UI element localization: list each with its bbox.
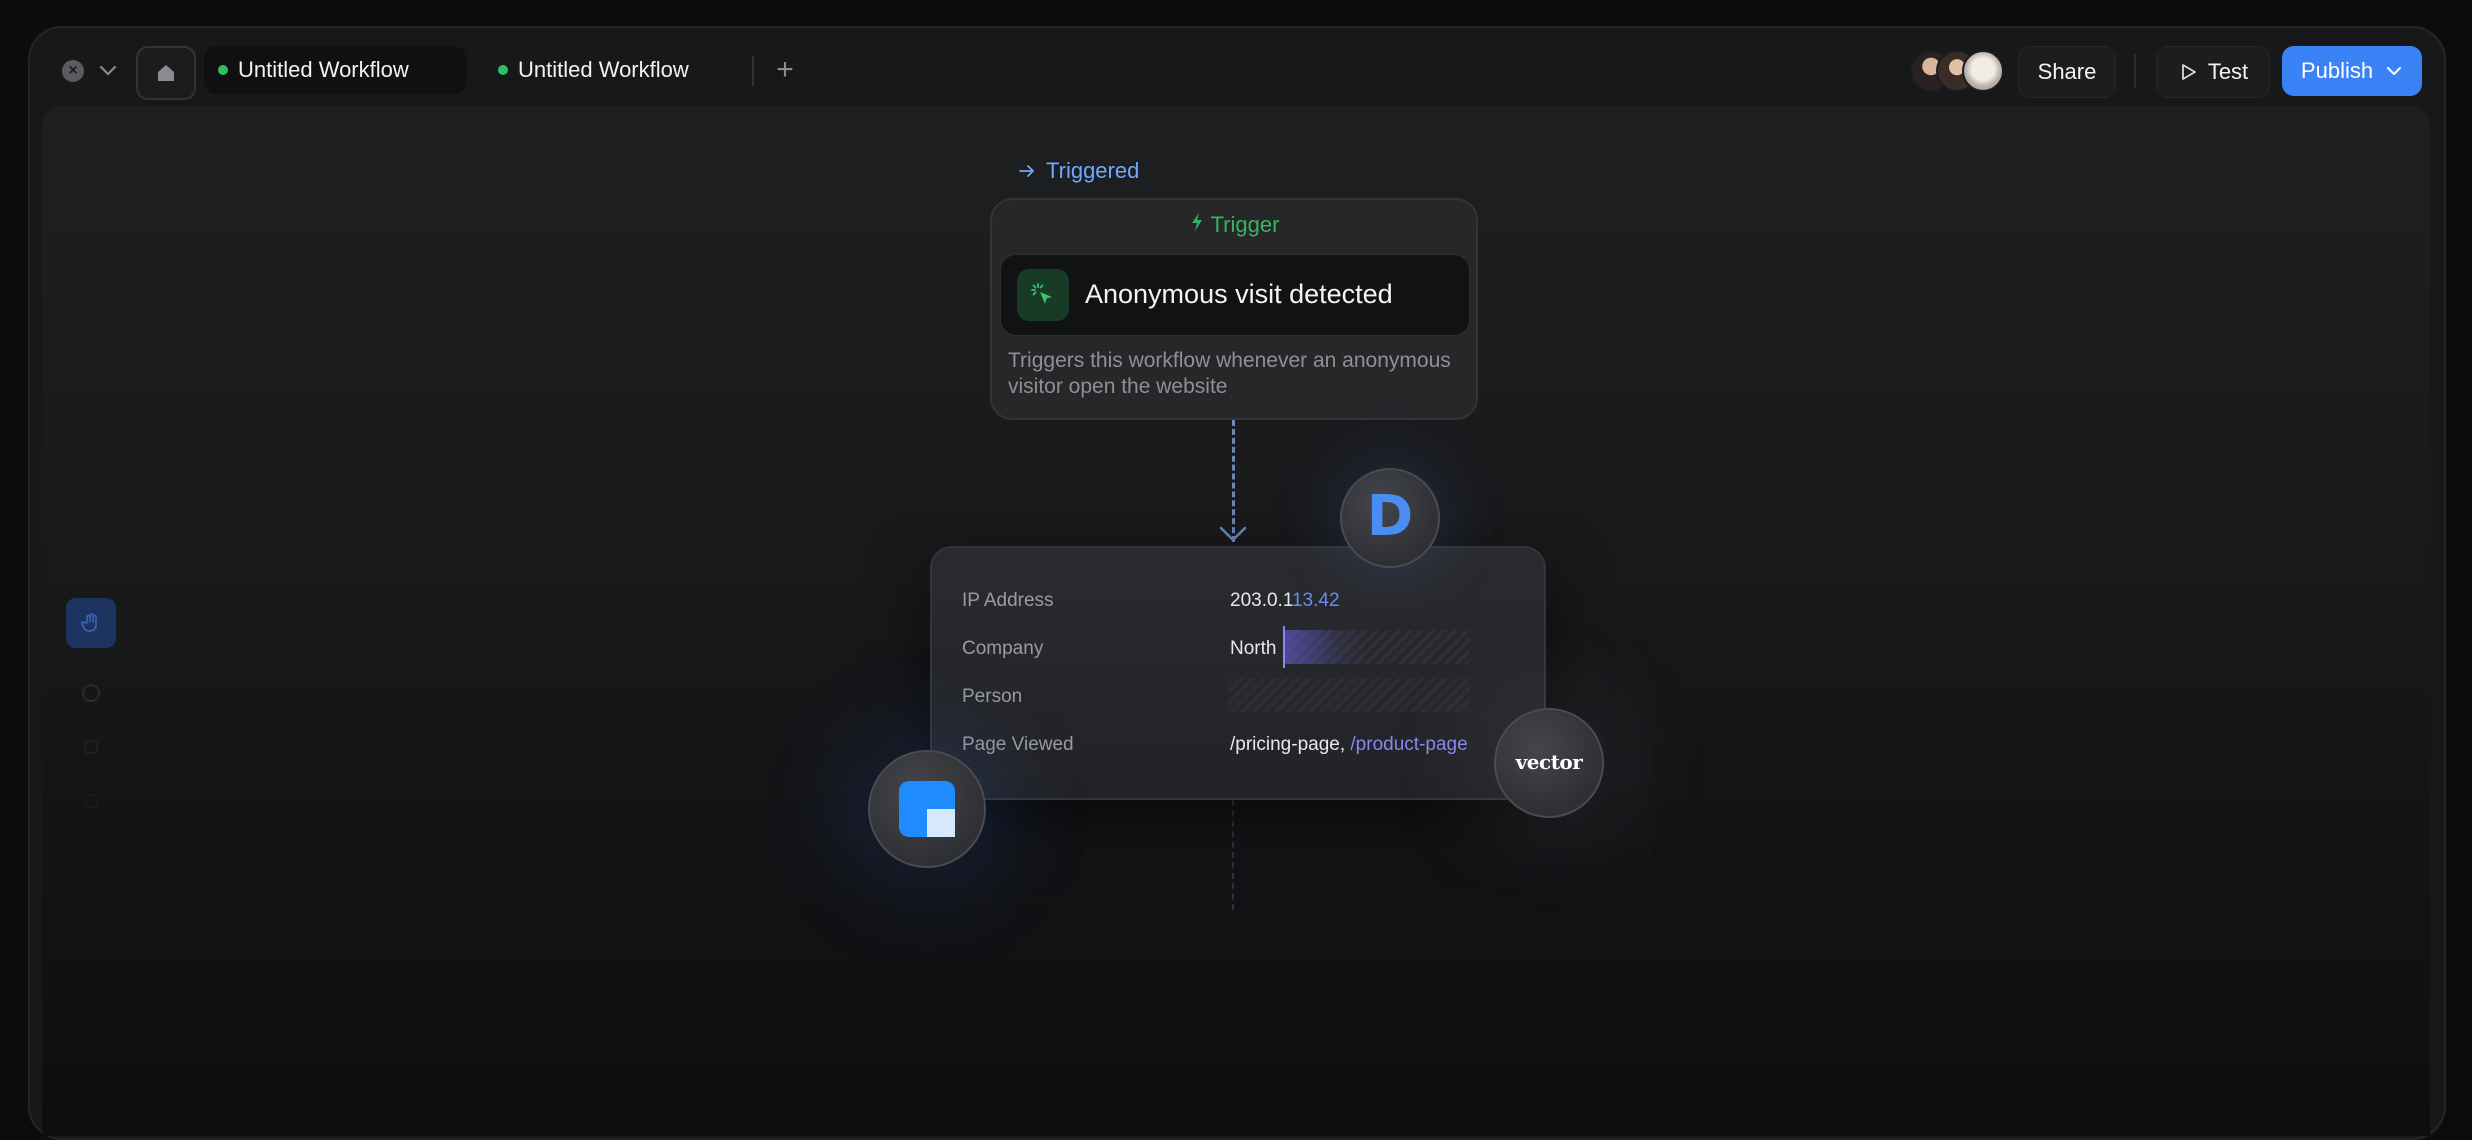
home-button[interactable] bbox=[136, 46, 196, 100]
cursor-click-icon bbox=[1017, 269, 1069, 321]
home-icon bbox=[158, 65, 174, 81]
triggered-label: Triggered bbox=[1018, 156, 1139, 186]
field-label: Person bbox=[962, 686, 1023, 707]
integration-vector-logo[interactable]: vector bbox=[1494, 708, 1604, 818]
avatar[interactable] bbox=[1962, 50, 2004, 92]
loading-placeholder bbox=[1228, 678, 1470, 712]
visitor-data-card[interactable]: IP Address 203.0.113.42 Company North Pe… bbox=[930, 546, 1546, 800]
tab-workflow-1[interactable]: Untitled Workflow bbox=[204, 46, 466, 94]
app-logo-icon bbox=[899, 781, 955, 837]
divider bbox=[752, 56, 754, 86]
publish-label: Publish bbox=[2300, 58, 2374, 83]
top-bar: × Untitled Workflow Untitled Workflow + … bbox=[0, 0, 2472, 110]
d-logo-glyph: D bbox=[1366, 484, 1414, 549]
triggered-text: Triggered bbox=[1046, 158, 1140, 183]
tool-button[interactable] bbox=[66, 722, 116, 772]
test-label: Test bbox=[2207, 59, 2249, 84]
test-button[interactable]: Test bbox=[2156, 46, 2270, 98]
hand-icon bbox=[81, 613, 97, 632]
trigger-header-label: Trigger bbox=[1210, 212, 1280, 237]
status-dot bbox=[218, 65, 228, 75]
trigger-node[interactable]: Trigger Anonymous visit detected Trigger… bbox=[990, 198, 1478, 420]
loading-placeholder bbox=[1284, 630, 1470, 664]
share-button[interactable]: Share bbox=[2018, 46, 2116, 98]
chevron-down-icon bbox=[2387, 67, 2402, 75]
field-label: IP Address bbox=[962, 590, 1054, 611]
status-dot bbox=[498, 65, 508, 75]
collaborator-avatars[interactable] bbox=[1910, 50, 2004, 92]
publish-button[interactable]: Publish bbox=[2282, 46, 2422, 96]
trigger-header: Trigger bbox=[992, 212, 1476, 238]
field-value: /pricing-page, /product-page bbox=[1230, 734, 1468, 755]
tab-label: Untitled Workflow bbox=[238, 57, 409, 82]
trigger-description: Triggers this workflow whenever an anony… bbox=[1008, 349, 1451, 398]
integration-d-logo[interactable]: D bbox=[1340, 468, 1440, 568]
trigger-title: Anonymous visit detected bbox=[1085, 279, 1393, 309]
add-tab-plus-icon[interactable]: + bbox=[770, 55, 800, 86]
shape-icon bbox=[84, 794, 98, 808]
divider bbox=[2134, 54, 2136, 88]
vector-logo-glyph: vector bbox=[1515, 750, 1583, 774]
chevron-down-icon bbox=[1219, 526, 1247, 542]
arrow-right-icon bbox=[1019, 165, 1034, 177]
field-value: 203.0.113.42 bbox=[1230, 590, 1340, 611]
tool-button[interactable] bbox=[66, 776, 116, 826]
tab-workflow-2[interactable]: Untitled Workflow bbox=[484, 46, 744, 94]
comment-tool-button[interactable] bbox=[66, 668, 116, 718]
tab-label: Untitled Workflow bbox=[518, 57, 689, 82]
comment-icon bbox=[82, 684, 100, 702]
chevron-down-icon[interactable] bbox=[96, 58, 120, 82]
trigger-event-row[interactable]: Anonymous visit detected bbox=[1000, 254, 1470, 336]
flow-connector bbox=[1232, 800, 1234, 910]
field-label: Company bbox=[962, 638, 1044, 659]
shape-icon bbox=[84, 740, 98, 754]
text-caret bbox=[1283, 626, 1285, 668]
share-label: Share bbox=[2037, 59, 2097, 84]
play-icon bbox=[2181, 64, 2196, 80]
close-icon[interactable]: × bbox=[62, 60, 84, 82]
field-label: Page Viewed bbox=[962, 734, 1074, 755]
bolt-icon bbox=[1189, 212, 1205, 238]
integration-app-logo[interactable] bbox=[868, 750, 986, 868]
hand-tool-button[interactable] bbox=[66, 598, 116, 648]
